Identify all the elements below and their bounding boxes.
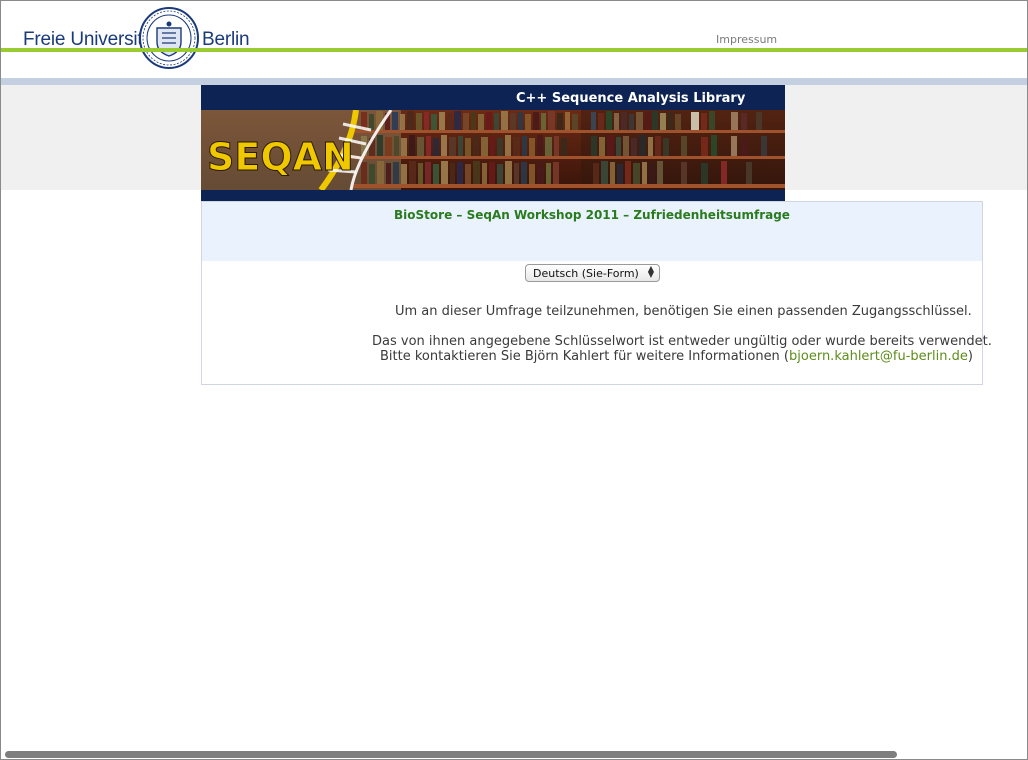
browser-page: Freie Universität Berlin Impressum C++ S… [0, 0, 1028, 760]
banner-title: C++ Sequence Analysis Library [516, 91, 746, 106]
language-select-value: Deutsch (Sie-Form) [533, 267, 639, 280]
seqan-banner: C++ Sequence Analysis Library SEQAN [201, 85, 785, 201]
fu-berlin-seal-icon[interactable] [138, 6, 200, 70]
header-green-rule [1, 48, 1027, 52]
select-arrows-icon: ▲ ▼ [647, 264, 654, 279]
horizontal-scrollbar[interactable] [5, 751, 897, 758]
survey-title: BioStore – SeqAn Workshop 2011 – Zufried… [394, 208, 790, 222]
invalid-key-message: Das von ihnen angegebene Schlüsselwort i… [372, 334, 992, 349]
survey-content: BioStore – SeqAn Workshop 2011 – Zufried… [201, 201, 992, 385]
contact-message: Bitte kontaktieren Sie Björn Kahlert für… [380, 349, 973, 364]
access-key-required-message: Um an dieser Umfrage teilzunehmen, benöt… [395, 304, 972, 319]
survey-header: BioStore – SeqAn Workshop 2011 – Zufried… [202, 202, 982, 261]
header-blue-rule [1, 78, 1027, 85]
language-select[interactable]: Deutsch (Sie-Form) ▲ ▼ [525, 264, 660, 282]
impressum-link[interactable]: Impressum [716, 33, 777, 46]
contact-email-link[interactable]: bjoern.kahlert@fu-berlin.de [789, 349, 968, 364]
contact-message-suffix: ) [967, 349, 973, 364]
seqan-logo-text: SEQAN [207, 135, 354, 179]
site-header: Freie Universität Berlin Impressum [1, 1, 1027, 79]
library-bookshelf-image: SEQAN [201, 110, 785, 190]
contact-message-prefix: Bitte kontaktieren Sie Björn Kahlert für… [380, 349, 790, 364]
